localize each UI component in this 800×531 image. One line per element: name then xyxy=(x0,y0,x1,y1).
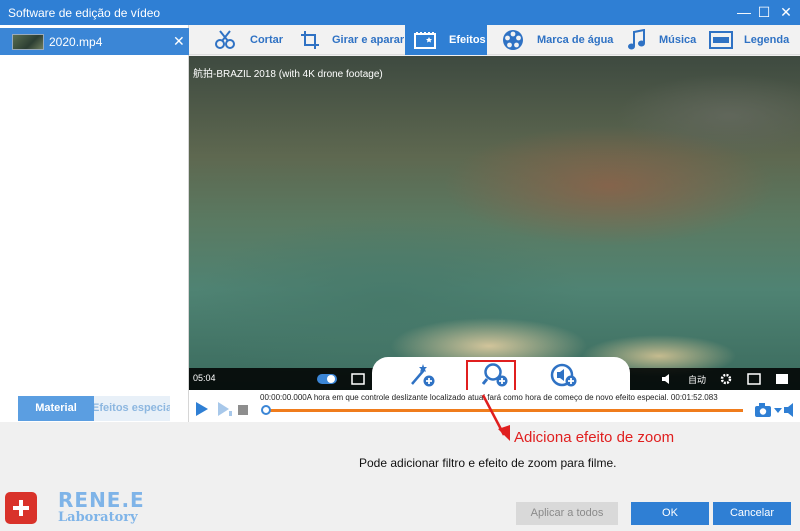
hint-text: Pode adicionar filtro e efeito de zoom p… xyxy=(359,456,617,470)
apply-all-button[interactable]: Aplicar a todos xyxy=(516,502,618,525)
tab-rotate-crop-label: Girar e aparar xyxy=(332,34,405,46)
volume-icon[interactable] xyxy=(661,373,675,385)
ok-button[interactable]: OK xyxy=(631,502,709,525)
annotation-arrow xyxy=(481,394,510,441)
brand-subtitle: Laboratory xyxy=(58,510,138,525)
add-volume-icon[interactable] xyxy=(550,362,578,388)
chevron-down-icon[interactable] xyxy=(774,406,782,414)
timeline-slider-handle[interactable] xyxy=(261,405,271,415)
tab-watermark[interactable]: Marca de água xyxy=(501,25,614,55)
speaker-icon[interactable] xyxy=(783,402,799,418)
snapshot-camera-icon[interactable] xyxy=(754,402,774,418)
annotation-text: Adiciona efeito de zoom xyxy=(514,429,675,446)
tab-watermark-label: Marca de água xyxy=(537,34,614,46)
window-title: Software de edição de vídeo xyxy=(8,6,161,20)
current-time: 05:04 xyxy=(193,373,216,383)
minimize-button[interactable]: — xyxy=(736,4,752,20)
tab-effects-label: Efeitos xyxy=(449,34,486,46)
film-reel-icon xyxy=(503,30,523,50)
play-segment-icon[interactable] xyxy=(217,401,233,417)
edit-toolbar: Cortar Girar e aparar Efeitos Marca de á… xyxy=(189,25,800,55)
video-preview[interactable]: 航拍-BRAZIL 2018 (with 4K drone footage) 0… xyxy=(189,56,800,390)
tab-subtitle[interactable]: Legenda xyxy=(709,25,799,55)
tab-music-label: Música xyxy=(659,34,697,46)
video-title: 航拍-BRAZIL 2018 (with 4K drone footage) xyxy=(193,69,383,80)
autoplay-toggle-icon[interactable] xyxy=(317,373,337,385)
zoom-highlight-box xyxy=(466,360,516,394)
close-button[interactable]: ✕ xyxy=(778,4,794,20)
subtitle-icon xyxy=(709,31,733,49)
rene-logo-icon xyxy=(5,492,37,524)
maximize-button[interactable]: ☐ xyxy=(756,4,772,20)
scissors-icon xyxy=(215,30,235,49)
add-filter-icon[interactable] xyxy=(408,362,436,388)
tab-cut-label: Cortar xyxy=(250,34,284,46)
stop-icon[interactable] xyxy=(238,405,248,415)
tab-effects[interactable]: Efeitos xyxy=(405,25,487,55)
file-name: 2020.mp4 xyxy=(49,35,103,49)
brand-name: RENE.E xyxy=(58,488,145,512)
subtitle-toggle-icon[interactable] xyxy=(351,373,365,385)
settings-gear-icon[interactable] xyxy=(719,373,733,385)
tab-rotate-crop[interactable]: Girar e aparar xyxy=(299,25,409,55)
tab-music[interactable]: Música xyxy=(625,25,705,55)
video-thumbnail xyxy=(12,34,44,50)
tab-cut[interactable]: Cortar xyxy=(213,25,309,55)
title-bar: Software de edição de vídeo — ☐ ✕ xyxy=(0,0,800,25)
remove-file-icon[interactable]: ✕ xyxy=(173,33,185,50)
file-item[interactable]: 2020.mp4 ✕ xyxy=(0,28,189,55)
film-effects-icon xyxy=(414,32,436,49)
music-note-icon xyxy=(628,29,645,50)
tab-special-effects[interactable]: Efeitos especiais xyxy=(94,396,170,421)
miniplayer-icon[interactable] xyxy=(747,373,761,385)
play-icon[interactable] xyxy=(195,401,209,417)
autoplay-label: 自动 xyxy=(688,375,707,385)
cancel-button[interactable]: Cancelar xyxy=(713,502,791,525)
crop-rotate-icon xyxy=(301,31,319,49)
tab-material[interactable]: Material xyxy=(18,396,94,421)
file-list-panel: 2020.mp4 ✕ xyxy=(0,25,189,422)
fullscreen-icon[interactable] xyxy=(775,373,789,385)
tab-subtitle-label: Legenda xyxy=(744,34,790,46)
